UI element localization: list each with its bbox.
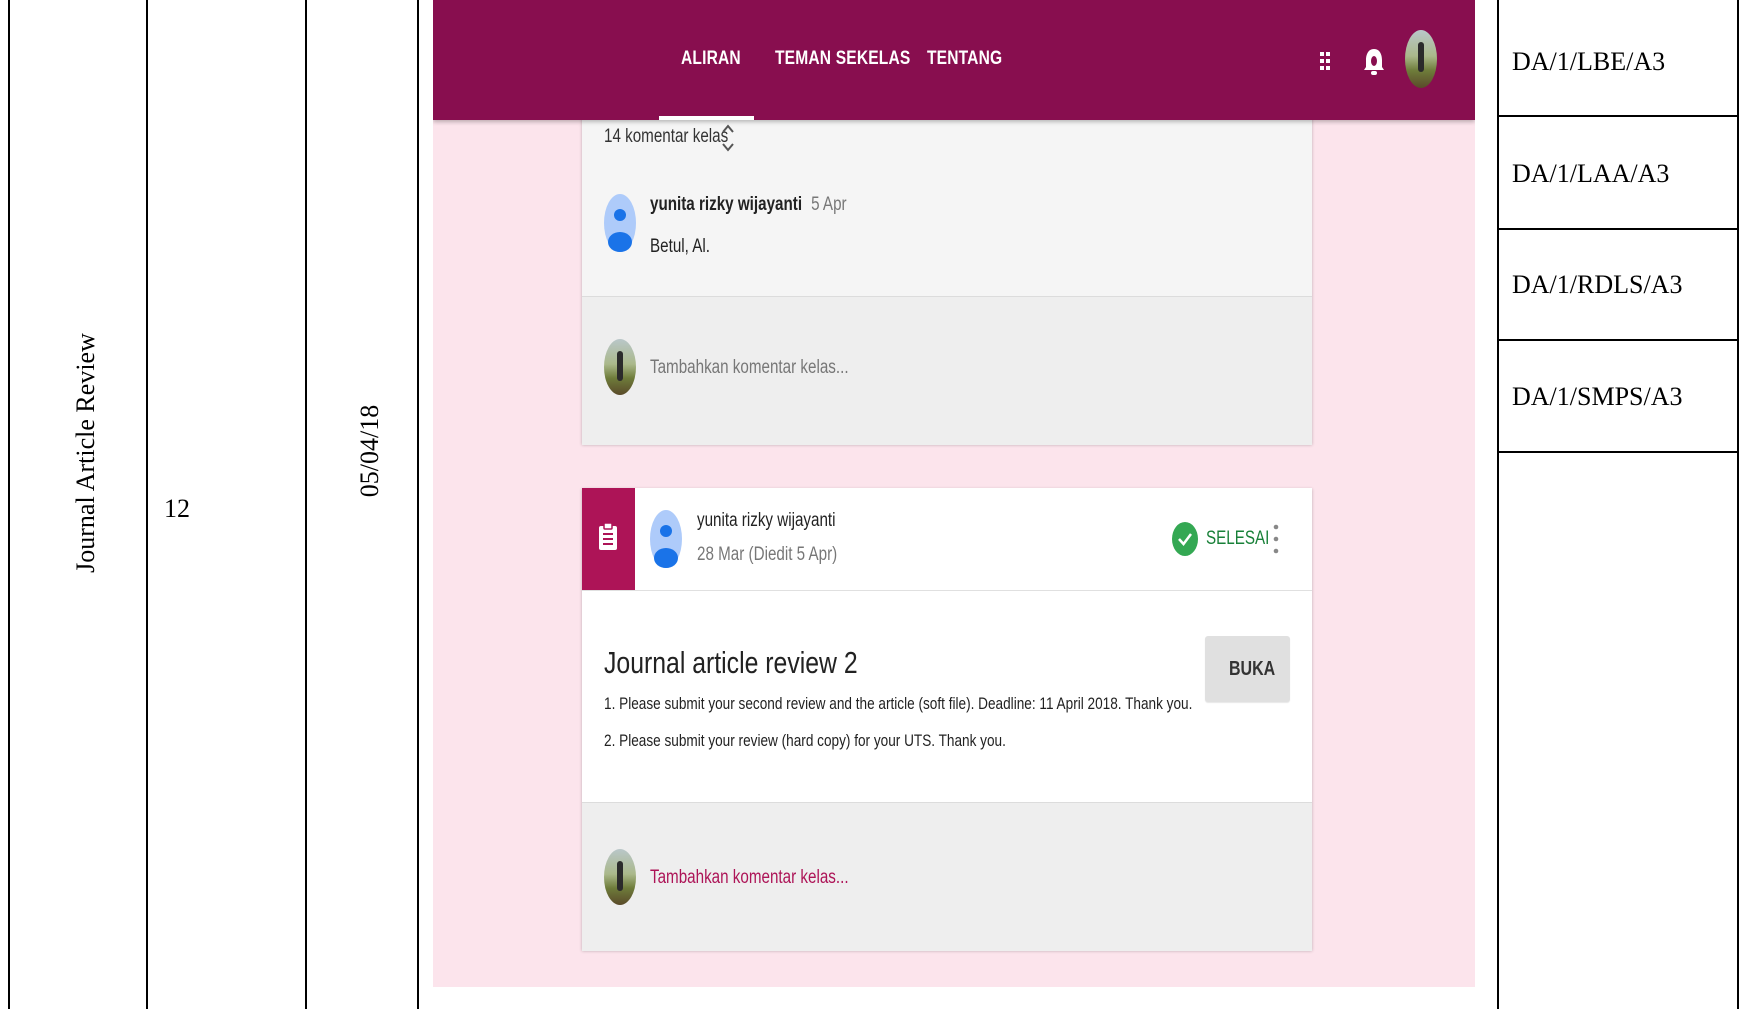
comment-count[interactable]: 14 komentar kelas <box>604 126 728 148</box>
table-border-col3 <box>417 0 419 1009</box>
classroom-screenshot: ALIRAN TEMAN SEKELAS TENTANG 14 komentar… <box>433 0 1475 987</box>
assignment-date: 28 Mar (Diedit 5 Apr) <box>697 544 838 565</box>
apps-grid-icon[interactable] <box>1318 50 1336 72</box>
app-bar: ALIRAN TEMAN SEKELAS TENTANG <box>433 0 1475 120</box>
code-divider-3 <box>1497 339 1739 341</box>
code-divider-4 <box>1497 451 1739 453</box>
code-4: DA/1/SMPS/A3 <box>1512 382 1683 411</box>
open-button[interactable]: BUKA <box>1205 636 1290 702</box>
assignment-comment-area: Tambahkan komentar kelas... <box>582 802 1312 951</box>
code-1: DA/1/LBE/A3 <box>1512 47 1666 76</box>
comment-card: 14 komentar kelas yunita rizky wijayanti… <box>582 96 1312 445</box>
assignment-line-2: 2. Please submit your review (hard copy)… <box>604 731 1006 750</box>
assignment-line-1: 1. Please submit your second review and … <box>604 694 1193 713</box>
add-comment-input[interactable]: Tambahkan komentar kelas... <box>650 357 849 379</box>
comment-author: yunita rizky wijayanti <box>650 194 803 215</box>
table-border-col4 <box>1497 0 1499 1009</box>
assignment-card: yunita rizky wijayanti 28 Mar (Diedit 5 … <box>582 488 1312 951</box>
add-comment-area: Tambahkan komentar kelas... <box>582 296 1312 445</box>
code-divider-2 <box>1497 228 1739 230</box>
expand-collapse-icon[interactable] <box>720 118 736 158</box>
tab-teman-sekelas[interactable]: TEMAN SEKELAS <box>775 48 910 70</box>
tab-aliran[interactable]: ALIRAN <box>681 48 741 70</box>
comment-text: Betul, Al. <box>650 236 710 257</box>
open-button-label: BUKA <box>1229 658 1276 680</box>
table-border-col1 <box>146 0 148 1009</box>
commenter-avatar <box>604 339 636 395</box>
author-avatar-icon <box>650 510 682 568</box>
code-3: DA/1/RDLS/A3 <box>1512 270 1683 299</box>
assignment-commenter-avatar <box>604 849 636 905</box>
account-avatar[interactable] <box>1405 30 1437 88</box>
notification-bell-icon[interactable] <box>1363 47 1385 77</box>
code-divider-1 <box>1497 115 1739 117</box>
check-circle-icon <box>1172 522 1198 556</box>
activity-number: 12 <box>164 494 190 523</box>
assignment-type-badge <box>582 488 635 590</box>
assignment-author: yunita rizky wijayanti <box>697 510 836 531</box>
user-avatar-icon <box>604 194 636 252</box>
more-options-icon[interactable] <box>1272 522 1280 556</box>
table-border-col2 <box>305 0 307 1009</box>
card-divider <box>582 590 1312 591</box>
activity-name: Journal Article Review <box>71 333 100 573</box>
active-tab-indicator <box>659 116 754 120</box>
assignment-icon <box>599 522 617 550</box>
assignment-add-comment-input[interactable]: Tambahkan komentar kelas... <box>650 867 849 889</box>
tab-tentang[interactable]: TENTANG <box>927 48 1002 70</box>
assignment-status: SELESAI <box>1206 528 1270 549</box>
comment-header: yunita rizky wijayanti 5 Apr <box>650 194 847 216</box>
comment-date: 5 Apr <box>811 194 847 215</box>
code-2: DA/1/LAA/A3 <box>1512 159 1670 188</box>
assignment-title[interactable]: Journal article review 2 <box>604 645 858 681</box>
activity-date: 05/04/18 <box>355 404 384 498</box>
table-border-left <box>8 0 10 1009</box>
comment-count-label: 14 komentar kelas <box>604 126 729 147</box>
